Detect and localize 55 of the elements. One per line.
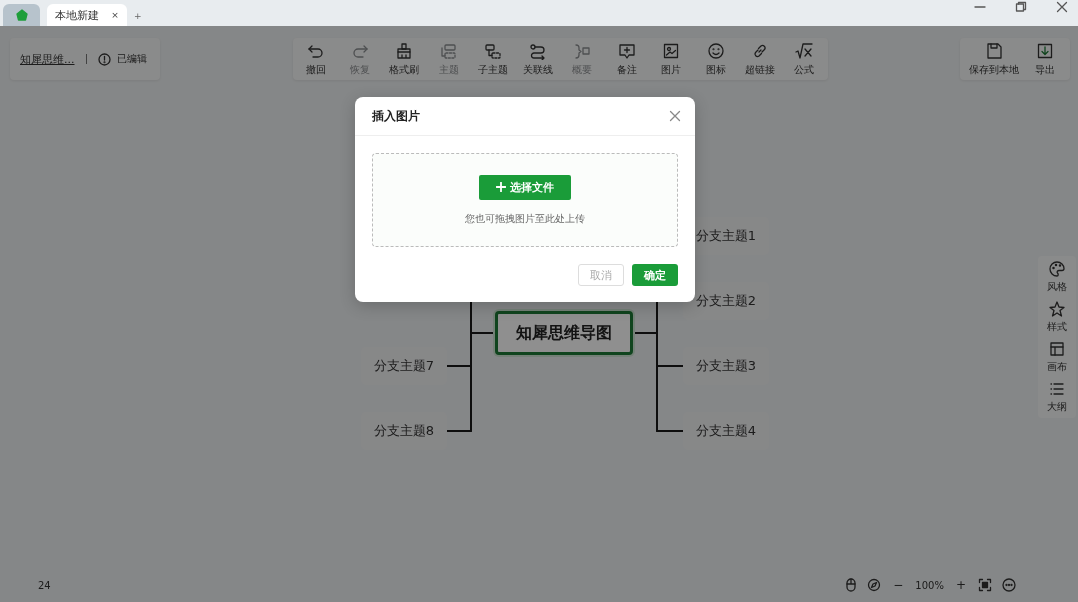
topic-icon [439,41,458,60]
mouse-icon[interactable] [845,578,858,592]
tab[interactable]: 本地新建 × [47,4,127,26]
edit-status: 已编辑 [116,52,147,66]
fit-screen-icon[interactable] [978,578,992,592]
side-button[interactable]: 大纲 [1038,380,1076,414]
download-icon [1035,41,1054,60]
side-button[interactable]: 样式 [1038,300,1076,334]
word-count: 24 [38,579,51,591]
toolbar-button[interactable]: 关联线 [520,41,555,77]
choose-file-button[interactable]: 选择文件 [479,174,571,200]
side-button[interactable]: 画布 [1038,340,1076,374]
toolbar-button[interactable]: 保存到本地 [968,41,1019,77]
info-icon [97,52,111,66]
toolbar-button[interactable]: 导出 [1027,41,1062,77]
palette-icon [1048,260,1066,278]
layout-icon [1048,340,1066,358]
side-button[interactable]: 风格 [1038,260,1076,294]
upload-drop-zone[interactable]: 选择文件 您也可拖拽图片至此处上传 [372,153,678,247]
dialog-title: 插入图片 [372,107,420,125]
toolbar-button[interactable]: 格式刷 [387,41,422,77]
bracket-icon [573,41,592,60]
note-icon [617,41,636,60]
compass-icon[interactable] [867,578,882,592]
image-icon [662,41,681,60]
brush-icon [395,41,414,60]
close-tab-button[interactable]: × [111,10,119,20]
toolbar-button[interactable]: 公式 [787,41,822,77]
relation-line-icon [528,41,547,60]
new-tab-button[interactable]: + [134,11,142,21]
restore-icon[interactable] [1015,1,1027,13]
upload-hint: 您也可拖拽图片至此处上传 [465,211,585,226]
home-icon [15,9,28,21]
zoom-in-button[interactable]: + [953,578,968,592]
smiley-icon [706,41,725,60]
confirm-button[interactable]: 确定 [632,264,678,286]
toolbar-button[interactable]: 图片 [654,41,689,77]
toolbar-button[interactable]: 子主题 [476,41,511,77]
subtopic-icon [484,41,503,60]
save-icon [984,41,1003,60]
zoom-level: 100% [915,579,944,591]
toolbar-button[interactable]: 撤回 [298,41,333,77]
toolbar-button[interactable]: 备注 [609,41,644,77]
close-icon[interactable] [1056,1,1068,13]
more-icon[interactable] [1002,578,1016,592]
toolbar-button[interactable]: 图标 [698,41,733,77]
formula-icon [795,41,814,60]
toolbar-button[interactable]: 超链接 [743,41,778,77]
close-icon[interactable] [669,110,681,122]
plus-icon [496,182,506,192]
zoom-out-button[interactable]: − [891,578,906,592]
list-icon [1048,380,1066,398]
star-icon [1048,300,1066,318]
document-title[interactable]: 知犀思维... [20,51,75,67]
central-topic-node[interactable]: 知犀思维导图 [495,311,633,355]
